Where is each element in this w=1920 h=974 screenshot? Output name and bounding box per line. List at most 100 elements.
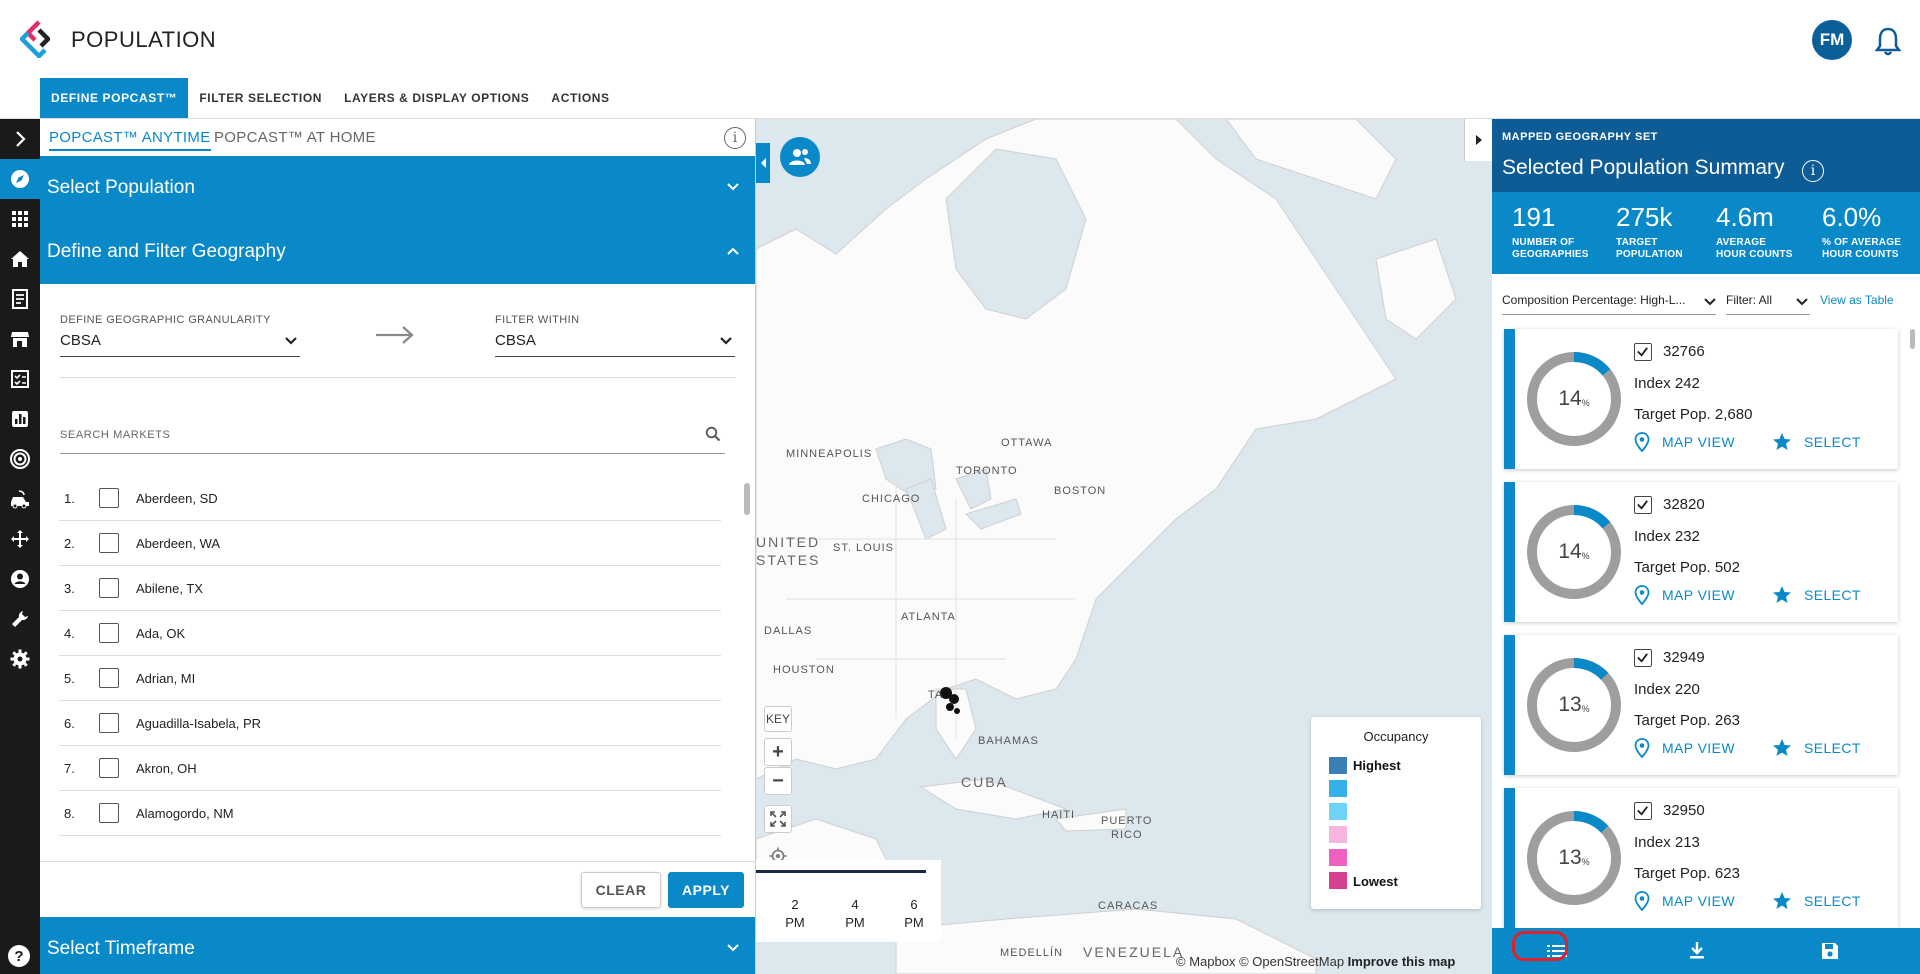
chevron-down-icon[interactable] bbox=[284, 334, 298, 348]
subtab-popcast-anytime[interactable]: POPCAST™ ANYTIME bbox=[49, 129, 211, 151]
help-icon[interactable]: ? bbox=[8, 945, 30, 967]
list-item[interactable]: 2. Aberdeen, WA bbox=[59, 521, 721, 566]
save-button[interactable] bbox=[1817, 938, 1843, 964]
filter-within-select[interactable]: CBSA bbox=[495, 332, 536, 349]
market-checkbox[interactable] bbox=[99, 623, 119, 643]
card-checkbox[interactable] bbox=[1634, 496, 1652, 514]
apply-button[interactable]: APPLY bbox=[668, 872, 744, 908]
search-icon[interactable] bbox=[705, 426, 721, 442]
select-button[interactable]: SELECT bbox=[1772, 738, 1861, 758]
view-as-table-link[interactable]: View as Table bbox=[1820, 293, 1894, 307]
geography-index: Index 232 bbox=[1634, 528, 1700, 545]
market-checkbox[interactable] bbox=[99, 803, 119, 823]
list-item[interactable]: 8. Alamogordo, NM bbox=[59, 791, 721, 836]
timeline-strip[interactable]: 2 PM 4 PM 6 PM bbox=[756, 860, 941, 942]
rail-item-tools[interactable] bbox=[0, 599, 40, 639]
accordion-select-timeframe[interactable]: Select Timeframe bbox=[40, 917, 755, 974]
mapbox-link[interactable]: © Mapbox bbox=[1176, 954, 1235, 969]
list-item[interactable]: 3. Abilene, TX bbox=[59, 566, 721, 611]
legend-swatch bbox=[1329, 826, 1347, 843]
market-checkbox[interactable] bbox=[99, 488, 119, 508]
tab-actions[interactable]: ACTIONS bbox=[540, 78, 620, 118]
rail-item-analytics[interactable] bbox=[0, 399, 40, 439]
card-checkbox[interactable] bbox=[1634, 343, 1652, 361]
clear-button[interactable]: CLEAR bbox=[581, 872, 661, 908]
map-view-button[interactable]: MAP VIEW bbox=[1634, 891, 1735, 911]
download-button[interactable] bbox=[1684, 938, 1710, 964]
expand-summary-button[interactable] bbox=[1464, 119, 1492, 161]
list-item[interactable]: 1. Aberdeen, SD bbox=[59, 476, 721, 521]
map-label-bahamas: BAHAMAS bbox=[978, 735, 1039, 747]
select-button[interactable]: SELECT bbox=[1772, 432, 1861, 452]
rail-expand-button[interactable] bbox=[0, 119, 40, 159]
list-item[interactable]: 6. Aguadilla-Isabela, PR bbox=[59, 701, 721, 746]
rail-item-explore[interactable] bbox=[0, 159, 40, 199]
summary-info-icon[interactable]: i bbox=[1802, 160, 1824, 182]
list-item[interactable]: 5. Adrian, MI bbox=[59, 656, 721, 701]
market-checkbox[interactable] bbox=[99, 713, 119, 733]
list-item[interactable]: 4. Ada, OK bbox=[59, 611, 721, 656]
market-checkbox[interactable] bbox=[99, 578, 119, 598]
geography-card[interactable]: 14% 32766 Index 242 Target Pop. 2,680 MAP VI… bbox=[1504, 329, 1898, 469]
rail-item-home[interactable] bbox=[0, 239, 40, 279]
rail-item-profile[interactable] bbox=[0, 559, 40, 599]
chevron-down-icon[interactable] bbox=[719, 334, 733, 348]
card-checkbox[interactable] bbox=[1634, 649, 1652, 667]
list-scrollbar[interactable] bbox=[744, 483, 750, 515]
tab-define-popcast[interactable]: DEFINE POPCAST™ bbox=[40, 78, 189, 118]
zoom-out-button[interactable]: − bbox=[764, 767, 792, 795]
rail-item-apps[interactable] bbox=[0, 199, 40, 239]
map-canvas[interactable]: MINNEAPOLIS OTTAWA TORONTO BOSTON CHICAG… bbox=[756, 119, 1492, 974]
rail-item-settings[interactable] bbox=[0, 639, 40, 679]
rail-item-tasks[interactable] bbox=[0, 359, 40, 399]
bell-icon[interactable] bbox=[1875, 26, 1901, 56]
cards-scrollbar[interactable] bbox=[1910, 329, 1915, 349]
rail-item-targeting[interactable] bbox=[0, 439, 40, 479]
select-button[interactable]: SELECT bbox=[1772, 585, 1861, 605]
market-checkbox[interactable] bbox=[99, 533, 119, 553]
tab-layers-display[interactable]: LAYERS & DISPLAY OPTIONS bbox=[333, 78, 540, 118]
rail-item-store[interactable] bbox=[0, 319, 40, 359]
select-button[interactable]: SELECT bbox=[1772, 891, 1861, 911]
list-item[interactable]: 7. Akron, OH bbox=[59, 746, 721, 791]
geography-card[interactable]: 13% 32950 Index 213 Target Pop. 623 MAP VIEW… bbox=[1504, 788, 1898, 928]
accordion-select-population[interactable]: Select Population bbox=[40, 156, 755, 220]
map-key-button[interactable]: KEY bbox=[764, 706, 792, 732]
card-accent-bar bbox=[1504, 635, 1515, 775]
market-checkbox[interactable] bbox=[99, 758, 119, 778]
accordion-define-filter-geography[interactable]: Define and Filter Geography bbox=[40, 220, 755, 284]
accordion-label: Select Population bbox=[47, 177, 195, 198]
legend-title: Occupancy bbox=[1363, 729, 1429, 744]
fullscreen-button[interactable] bbox=[764, 805, 792, 833]
avatar[interactable]: FM bbox=[1812, 20, 1852, 60]
popcast-subtabs: POPCAST™ ANYTIME POPCAST™ AT HOME i bbox=[40, 119, 755, 156]
rail-item-reports[interactable] bbox=[0, 279, 40, 319]
zoom-in-button[interactable]: + bbox=[764, 738, 792, 766]
gear-icon bbox=[10, 649, 30, 669]
geography-card[interactable]: 13% 32949 Index 220 Target Pop. 263 MAP VIEW… bbox=[1504, 635, 1898, 775]
geography-card[interactable]: 14% 32820 Index 232 Target Pop. 502 MAP VIEW… bbox=[1504, 482, 1898, 622]
map-view-button[interactable]: MAP VIEW bbox=[1634, 585, 1735, 605]
granularity-select[interactable]: CBSA bbox=[60, 332, 101, 349]
population-layer-button[interactable] bbox=[780, 137, 820, 177]
filter-select[interactable]: Filter: All bbox=[1726, 293, 1772, 307]
subtab-popcast-at-home[interactable]: POPCAST™ AT HOME bbox=[214, 129, 376, 146]
tab-filter-selection[interactable]: FILTER SELECTION bbox=[188, 78, 333, 118]
map-view-button[interactable]: MAP VIEW bbox=[1634, 432, 1735, 452]
stat-geographies: 191 NUMBER OF GEOGRAPHIES bbox=[1512, 202, 1589, 260]
collapse-panel-button[interactable] bbox=[756, 143, 770, 183]
info-icon[interactable]: i bbox=[724, 127, 746, 149]
improve-map-link[interactable]: Improve this map bbox=[1348, 954, 1456, 969]
chevron-down-icon[interactable] bbox=[1796, 296, 1808, 308]
market-checkbox[interactable] bbox=[99, 668, 119, 688]
card-checkbox[interactable] bbox=[1634, 802, 1652, 820]
map-view-button[interactable]: MAP VIEW bbox=[1634, 738, 1735, 758]
osm-link[interactable]: © OpenStreetMap bbox=[1239, 954, 1344, 969]
chevron-down-icon[interactable] bbox=[1704, 296, 1716, 308]
map-pin-icon bbox=[1634, 432, 1650, 452]
search-markets-input[interactable]: SEARCH MARKETS bbox=[60, 429, 170, 441]
rail-item-move[interactable] bbox=[0, 519, 40, 559]
rail-item-fleet[interactable] bbox=[0, 479, 40, 519]
accordion-label: Define and Filter Geography bbox=[47, 241, 286, 262]
composition-select[interactable]: Composition Percentage: High-L... bbox=[1502, 293, 1685, 307]
